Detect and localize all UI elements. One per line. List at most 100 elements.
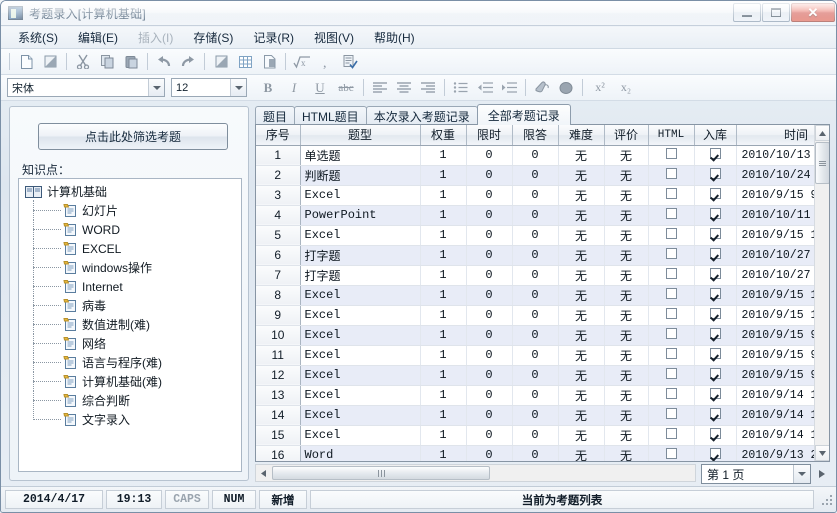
redo-icon[interactable] [177,51,199,72]
cell-stored-checkbox[interactable] [694,405,737,426]
checkbox-stored[interactable] [709,348,721,359]
column-header[interactable]: 评价 [604,125,649,146]
cell-stored-checkbox[interactable] [694,325,737,346]
cell-html-checkbox[interactable] [648,445,695,461]
underline-icon[interactable]: U [308,77,332,98]
cell-html-checkbox[interactable] [648,145,695,166]
cell-html-checkbox[interactable] [648,325,695,346]
table-row[interactable]: 4PowerPoint100无无2010/10/11 9:28: [256,205,829,226]
cell-html-checkbox[interactable] [648,225,695,246]
minimize-button[interactable] [733,3,761,22]
cell-html-checkbox[interactable] [648,425,695,446]
checkbox-html[interactable] [665,168,677,179]
checkbox-stored[interactable] [709,408,721,419]
paste-icon[interactable] [120,51,142,72]
tree-node-child[interactable]: 病毒 [23,295,241,315]
checkbox-html[interactable] [665,448,677,459]
resize-grip-icon[interactable] [820,493,834,507]
tree-node-child[interactable]: EXCEL [23,238,241,258]
page-icon[interactable] [258,51,280,72]
checkbox-stored[interactable] [709,388,721,399]
table-row[interactable]: 14Excel100无无2010/9/14 19:51: [256,405,829,426]
open-document-icon[interactable] [39,51,61,72]
tree-node-child[interactable]: 语言与程序(难) [23,352,241,372]
text-color-icon[interactable] [531,77,553,98]
column-header[interactable]: 限时 [466,125,513,146]
checkbox-stored[interactable] [709,428,721,439]
table-row[interactable]: 2判断题100无无2010/10/24 15:13 [256,165,829,186]
strikethrough-icon[interactable]: abc [334,77,358,98]
checkbox-html[interactable] [665,308,677,319]
tab-questions[interactable]: 题目 [255,106,296,125]
table-row[interactable]: 6打字题100无无2010/10/27 16:37 [256,245,829,266]
knowledge-tree[interactable]: 计算机基础 幻灯片 WORD EXCEL windows操作 Internet 病毒 数值进制… [18,178,242,472]
table-icon[interactable] [234,51,256,72]
checkbox-stored[interactable] [709,188,721,199]
cell-stored-checkbox[interactable] [694,185,737,206]
cell-stored-checkbox[interactable] [694,425,737,446]
cell-html-checkbox[interactable] [648,265,695,286]
comma-icon[interactable]: , [315,51,337,72]
menu-item-edit[interactable]: 编辑(E) [69,27,127,48]
menu-item-view[interactable]: 视图(V) [305,27,363,48]
checkbox-stored[interactable] [709,148,721,159]
cut-icon[interactable] [72,51,94,72]
checkbox-html[interactable] [665,348,677,359]
align-left-icon[interactable] [369,77,391,98]
copy-icon[interactable] [96,51,118,72]
checkbox-stored[interactable] [709,248,721,259]
table-row[interactable]: 8Excel100无无2010/9/15 19:15: [256,285,829,306]
checkbox-html[interactable] [665,228,677,239]
checkbox-stored[interactable] [709,328,721,339]
cell-html-checkbox[interactable] [648,385,695,406]
tab-current-records[interactable]: 本次录入考题记录 [365,106,478,125]
subscript-icon[interactable]: x₂ [614,77,638,98]
cell-html-checkbox[interactable] [648,285,695,306]
column-header[interactable]: 限答 [512,125,559,146]
horizontal-scrollbar[interactable] [255,464,696,482]
checkbox-html[interactable] [665,368,677,379]
vertical-scrollbar-thumb[interactable] [815,142,829,184]
chevron-down-icon[interactable] [230,79,246,96]
column-header[interactable]: 难度 [558,125,605,146]
tree-node-child[interactable]: 综合判断 [23,390,241,410]
font-size-combo[interactable]: 12 [171,78,247,97]
table-row[interactable]: 5Excel100无无2010/9/15 19:22: [256,225,829,246]
scroll-down-button[interactable] [815,445,829,461]
checkbox-html[interactable] [665,268,677,279]
vertical-scrollbar[interactable] [814,125,829,461]
checkbox-html[interactable] [665,328,677,339]
table-row[interactable]: 13Excel100无无2010/9/14 19:59: [256,385,829,406]
menu-item-storage[interactable]: 存储(S) [184,27,242,48]
menu-item-record[interactable]: 记录(R) [244,27,303,48]
table-row[interactable]: 11Excel100无无2010/9/15 9:37:3 [256,345,829,366]
close-button[interactable]: ✕ [791,3,835,22]
superscript-icon[interactable]: x² [588,77,612,98]
page-select[interactable]: 第 1 页 [701,464,811,484]
cell-html-checkbox[interactable] [648,165,695,186]
align-right-icon[interactable] [417,77,439,98]
chevron-down-icon[interactable] [148,79,164,96]
checkbox-stored[interactable] [709,308,721,319]
tree-node-child[interactable]: 网络 [23,333,241,353]
maximize-button[interactable] [762,3,790,22]
spellcheck-icon[interactable] [339,51,361,72]
table-row[interactable]: 7打字题100无无2010/10/27 16:34 [256,265,829,286]
column-header[interactable]: 入库 [694,125,737,146]
table-row[interactable]: 12Excel100无无2010/9/15 9:07:4 [256,365,829,386]
tree-node-child[interactable]: 文字录入 [23,409,241,429]
cell-html-checkbox[interactable] [648,405,695,426]
cell-html-checkbox[interactable] [648,345,695,366]
chevron-down-icon[interactable] [793,465,810,483]
column-header[interactable]: 权重 [420,125,467,146]
checkbox-html[interactable] [665,288,677,299]
cell-stored-checkbox[interactable] [694,285,737,306]
table-row[interactable]: 16Word100无无2010/9/13 21:39: [256,445,829,461]
checkbox-html[interactable] [665,188,677,199]
checkbox-html[interactable] [665,388,677,399]
column-header[interactable]: HTML [648,125,695,146]
decrease-indent-icon[interactable] [474,77,496,98]
checkbox-stored[interactable] [709,288,721,299]
highlight-color-icon[interactable] [555,77,577,98]
checkbox-stored[interactable] [709,168,721,179]
